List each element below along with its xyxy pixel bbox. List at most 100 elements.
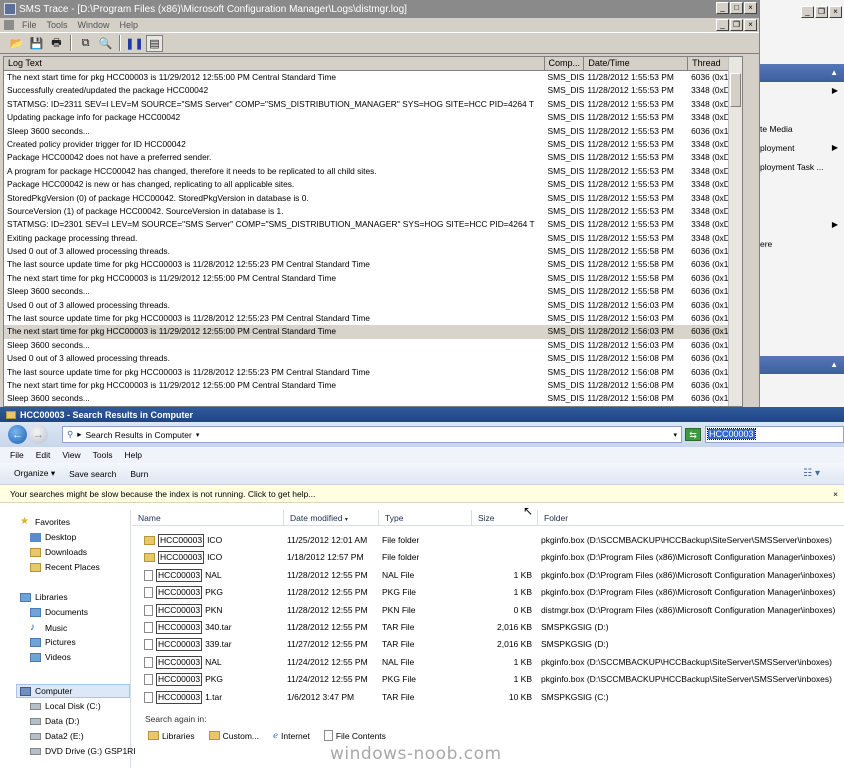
- open-icon[interactable]: 📂: [8, 35, 25, 52]
- bg-restore-button[interactable]: ❐: [815, 6, 828, 18]
- file-row[interactable]: HCC00003 ICO 1/18/2012 12:57 PM File folder…: [132, 549, 844, 566]
- search-again-internet[interactable]: ℯ Internet: [273, 730, 310, 741]
- log-row[interactable]: Sleep 3600 seconds... SMS_DIS 11/28/2012 1…: [4, 125, 742, 138]
- doc-close-button[interactable]: ×: [744, 19, 757, 31]
- search-input[interactable]: HCC00003: [705, 426, 844, 443]
- log-row[interactable]: StoredPkgVersion (0) of package HCC00042…: [4, 192, 742, 205]
- print-icon[interactable]: 🖶: [48, 35, 65, 52]
- log-row[interactable]: Successfully created/updated the package…: [4, 84, 742, 97]
- log-scrollbar[interactable]: [728, 57, 742, 406]
- submenu-arrow-icon[interactable]: ▶: [832, 143, 838, 152]
- nav-local-disk-c[interactable]: Local Disk (C:): [30, 701, 101, 711]
- file-row[interactable]: HCC00003 340.tar 11/28/2012 12:55 PM TAR Fi…: [132, 619, 844, 636]
- pause-icon[interactable]: ❚❚: [125, 35, 143, 52]
- file-row[interactable]: HCC00003 PKG 11/24/2012 12:55 PM PKG File 1 …: [132, 671, 844, 688]
- nav-computer[interactable]: Computer: [20, 686, 72, 696]
- action-item-here[interactable]: ere: [760, 239, 772, 249]
- action-item-deployment[interactable]: ployment: [760, 143, 795, 153]
- log-row[interactable]: SourceVersion (1) of package HCC00042. S…: [4, 205, 742, 218]
- chevron-down-icon[interactable]: ▾: [196, 431, 200, 439]
- menu-tools[interactable]: Tools: [93, 450, 113, 460]
- submenu-arrow-icon[interactable]: ▶: [832, 86, 838, 95]
- file-name[interactable]: HCC00003 NAL: [144, 567, 284, 584]
- log-row[interactable]: STATMSG: ID=2301 SEV=I LEV=M SOURCE="SMS…: [4, 218, 742, 231]
- search-again-libraries[interactable]: Libraries: [148, 731, 195, 741]
- file-name[interactable]: HCC00003 340.tar: [144, 619, 284, 636]
- file-name[interactable]: HCC00003 NAL: [144, 654, 284, 671]
- file-row[interactable]: HCC00003 NAL 11/28/2012 12:55 PM NAL File 1 …: [132, 567, 844, 584]
- col-name[interactable]: Name: [132, 510, 284, 526]
- file-name[interactable]: HCC00003 PKG: [144, 584, 284, 601]
- close-button[interactable]: ×: [744, 2, 757, 14]
- highlight-icon[interactable]: ▤: [146, 34, 163, 52]
- file-name[interactable]: HCC00003 PKN: [144, 602, 284, 619]
- forward-button[interactable]: →: [29, 425, 48, 444]
- file-row[interactable]: HCC00003 PKN 11/28/2012 12:55 PM PKN File 0 …: [132, 602, 844, 619]
- burn-button[interactable]: Burn: [130, 469, 148, 479]
- file-row[interactable]: HCC00003 PKG 11/28/2012 12:55 PM PKG File 1 …: [132, 584, 844, 601]
- log-row[interactable]: Used 0 out of 3 allowed processing threa…: [4, 299, 742, 312]
- log-row[interactable]: The next start time for pkg HCC00003 is …: [4, 71, 742, 84]
- col-size[interactable]: Size: [472, 510, 538, 526]
- address-dropdown-icon[interactable]: ▾: [673, 431, 677, 439]
- nav-pictures[interactable]: Pictures: [30, 637, 76, 647]
- col-date-modified[interactable]: Date modified ▾: [284, 510, 379, 526]
- info-bar-text[interactable]: Your searches might be slow because the …: [10, 489, 315, 499]
- nav-downloads[interactable]: Downloads: [30, 547, 87, 557]
- actions-header[interactable]: ▲: [760, 64, 844, 82]
- nav-desktop[interactable]: Desktop: [30, 532, 76, 542]
- doc-restore-button[interactable]: ❐: [730, 19, 743, 31]
- log-row[interactable]: Sleep 3600 seconds... SMS_DIS 11/28/2012 1…: [4, 285, 742, 298]
- menu-file[interactable]: File: [22, 20, 37, 30]
- search-value[interactable]: HCC00003: [707, 428, 756, 440]
- nav-dvd-drive-g[interactable]: DVD Drive (G:) GSP1RI: [30, 746, 136, 756]
- address-bar[interactable]: ⚲ ▸ Search Results in Computer ▾ ▾: [62, 426, 682, 443]
- nav-data-d[interactable]: Data (D:): [30, 716, 79, 726]
- nav-videos[interactable]: Videos: [30, 652, 71, 662]
- file-name[interactable]: HCC00003 ICO: [144, 549, 284, 566]
- actions-header-2[interactable]: ▲: [760, 356, 844, 374]
- scroll-thumb[interactable]: [730, 73, 741, 107]
- menu-file[interactable]: File: [10, 450, 24, 460]
- log-row[interactable]: The next start time for pkg HCC00003 is …: [4, 379, 742, 392]
- log-row[interactable]: The next start time for pkg HCC00003 is …: [4, 325, 742, 339]
- menu-help[interactable]: Help: [124, 450, 141, 460]
- log-row[interactable]: Updating package info for package HCC000…: [4, 111, 742, 124]
- nav-data2-e[interactable]: Data2 (E:): [30, 731, 84, 741]
- col-folder[interactable]: Folder: [538, 510, 844, 526]
- log-row[interactable]: Exiting package processing thread. SMS_DI…: [4, 232, 742, 245]
- close-icon[interactable]: ×: [833, 485, 838, 503]
- refresh-icon[interactable]: ⇆: [685, 428, 701, 441]
- file-row[interactable]: HCC00003 NAL 11/24/2012 12:55 PM NAL File 1 …: [132, 654, 844, 671]
- log-row[interactable]: Used 0 out of 3 allowed processing threa…: [4, 245, 742, 258]
- doc-minimize-button[interactable]: _: [716, 19, 729, 31]
- menu-tools[interactable]: Tools: [47, 20, 68, 30]
- nav-favorites[interactable]: ★ Favorites: [20, 516, 70, 527]
- log-row[interactable]: Package HCC00042 is new or has changed, …: [4, 178, 742, 191]
- log-row[interactable]: Package HCC00042 does not have a preferr…: [4, 151, 742, 164]
- log-row[interactable]: STATMSG: ID=2311 SEV=I LEV=M SOURCE="SMS…: [4, 98, 742, 111]
- nav-recent-places[interactable]: Recent Places: [30, 562, 100, 572]
- organize-button[interactable]: Organize ▾: [14, 468, 55, 479]
- log-row[interactable]: Used 0 out of 3 allowed processing threa…: [4, 352, 742, 365]
- log-row[interactable]: The next start time for pkg HCC00003 is …: [4, 272, 742, 285]
- file-name[interactable]: HCC00003 339.tar: [144, 636, 284, 653]
- back-button[interactable]: ←: [8, 425, 27, 444]
- save-search-button[interactable]: Save search: [69, 469, 116, 479]
- find-icon[interactable]: 🔍: [97, 35, 114, 52]
- bg-close-button[interactable]: ×: [829, 6, 842, 18]
- log-row[interactable]: The last source update time for pkg HCC0…: [4, 312, 742, 325]
- save-icon[interactable]: 💾: [28, 35, 45, 52]
- menu-help[interactable]: Help: [120, 20, 139, 30]
- col-log-text[interactable]: Log Text: [4, 57, 545, 70]
- col-datetime[interactable]: Date/Time: [584, 57, 689, 70]
- file-name[interactable]: HCC00003 ICO: [144, 532, 284, 549]
- search-again-file-contents[interactable]: File Contents: [323, 730, 386, 741]
- log-row[interactable]: The last source update time for pkg HCC0…: [4, 366, 742, 379]
- view-options-icon[interactable]: ☷ ▾: [803, 468, 820, 479]
- search-again-custom[interactable]: Custom...: [208, 731, 259, 741]
- file-row[interactable]: HCC00003 339.tar 11/27/2012 12:55 PM TAR Fi…: [132, 636, 844, 653]
- nav-documents[interactable]: Documents: [30, 607, 88, 617]
- file-name[interactable]: HCC00003 1.tar: [144, 689, 284, 706]
- file-row[interactable]: HCC00003 ICO 11/25/2012 12:01 AM File folde…: [132, 532, 844, 549]
